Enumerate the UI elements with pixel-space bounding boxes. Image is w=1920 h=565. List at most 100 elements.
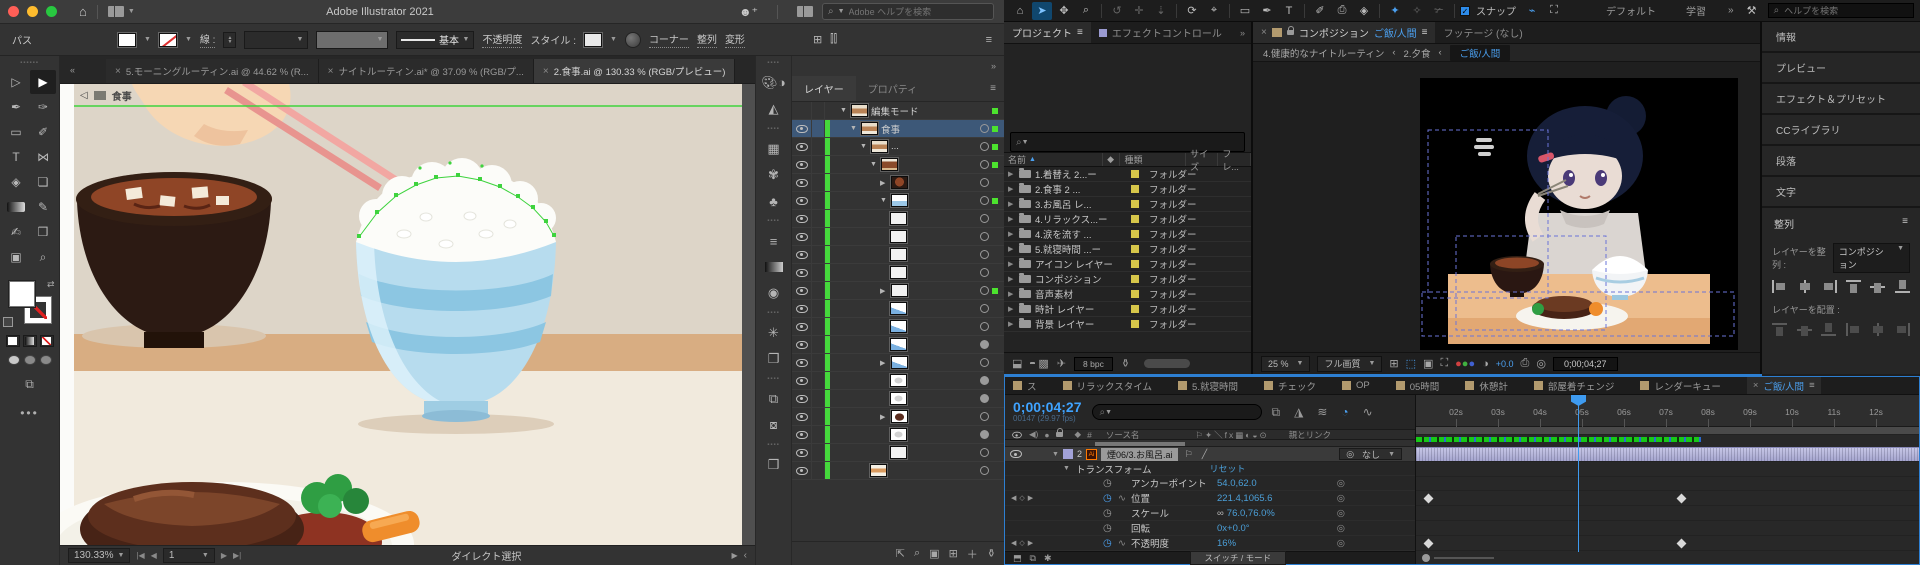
timeline-comp-tab[interactable]: ×ご飯/人間≡ <box>1747 377 1821 395</box>
roto-brush-tool[interactable]: ✃ <box>1429 2 1449 20</box>
property-value[interactable]: 54.0,62.0 <box>1217 478 1257 489</box>
property-row[interactable]: ◀◇▶◷∿位置221.4,1065.6◎ <box>1005 491 1415 506</box>
first-artboard-icon[interactable]: |◀ <box>136 551 144 560</box>
pickwhip-icon[interactable]: ◎ <box>1346 449 1354 460</box>
pickwhip-icon[interactable]: ◎ <box>1337 478 1345 489</box>
new-sublayer-icon[interactable]: ⊞ <box>949 547 958 560</box>
color-panel-icon[interactable]: 🎨︎◑ <box>756 70 791 96</box>
export-panel-icon[interactable]: ⧉ <box>756 386 791 412</box>
eraser-tool[interactable]: ◈ <box>1354 2 1374 20</box>
target-circle[interactable] <box>980 268 989 277</box>
expand-toggle[interactable]: ▼ <box>880 197 888 204</box>
lock-toggle[interactable] <box>812 264 825 281</box>
align-horizontal-center-button[interactable] <box>1797 280 1813 293</box>
stroke-label[interactable]: 線 : <box>200 31 216 48</box>
target-circle[interactable] <box>980 412 989 421</box>
layer-label-chip[interactable] <box>1063 449 1073 459</box>
collapse-group-icon[interactable]: ▼ <box>1063 465 1070 472</box>
collect-export-icon[interactable]: ⇱ <box>896 547 905 560</box>
selection-tool[interactable]: ➤ <box>1032 2 1052 20</box>
layer-content[interactable]: ▼編集モード <box>830 102 980 119</box>
grid-guides-icon[interactable]: ⊞ <box>1389 357 1398 370</box>
stopwatch-icon[interactable]: ◷ <box>1103 523 1118 534</box>
style-swatch[interactable] <box>584 33 602 47</box>
pen-tool[interactable]: ✒ <box>3 95 29 119</box>
timeline-search-field[interactable]: ⌕▼ <box>1092 404 1262 420</box>
layer-duration-bar[interactable] <box>1416 447 1919 462</box>
time-ruler[interactable]: 02s03s04s05s06s07s08s09s10s11s12s <box>1416 395 1919 427</box>
scrollbar-thumb[interactable] <box>1144 359 1190 368</box>
region-of-interest-icon[interactable]: ▣ <box>1423 357 1433 370</box>
distribute-vertical-center-button[interactable] <box>1797 323 1813 336</box>
layer-content[interactable]: ▼食事 <box>830 120 980 137</box>
panel-menu-icon[interactable]: ≡ <box>990 83 1004 94</box>
eraser-tool[interactable]: ◈ <box>3 170 29 194</box>
libraries-panel-icon[interactable]: ❒ <box>756 452 791 478</box>
new-layer-icon[interactable]: ＋ <box>967 546 978 562</box>
lock-toggle[interactable] <box>812 102 825 119</box>
lock-toggle[interactable] <box>812 300 825 317</box>
edit-toolbar-button[interactable]: ••• <box>20 406 39 420</box>
project-item-row[interactable]: ▶音声素材フォルダー <box>1004 287 1251 302</box>
layer-row[interactable]: ▼編集モード <box>792 102 1004 120</box>
collapse-toolbar-icon[interactable]: « <box>60 65 106 83</box>
blend-tool[interactable]: ✍ <box>3 220 29 244</box>
puppet-starch-tool[interactable]: ✧ <box>1407 2 1427 20</box>
disclosure-icon[interactable]: ▶ <box>1008 230 1015 238</box>
layer-content[interactable] <box>830 264 980 281</box>
lock-toggle[interactable] <box>812 318 825 335</box>
proxy-icon[interactable]: ✈ <box>1057 357 1066 370</box>
expand-inout-icon[interactable]: ✱ <box>1044 553 1052 564</box>
zoom-tool[interactable]: ⌕ <box>1076 2 1096 20</box>
stroke-weight-dropdown[interactable]: ▼ <box>244 31 308 49</box>
column-name[interactable]: 名前▲ <box>1004 153 1103 166</box>
exposure-value[interactable]: +0.0 <box>1496 359 1514 369</box>
keyframe-navigator[interactable]: ◀◇▶ <box>1011 494 1047 502</box>
lock-toggle[interactable] <box>812 408 825 425</box>
timeline-comp-tab[interactable]: 休憩計 <box>1465 379 1508 393</box>
illustrator-canvas[interactable]: ◁ 食事 <box>60 84 755 545</box>
opacity-label[interactable]: 不透明度 <box>482 31 522 48</box>
shy-switch[interactable]: ⚐ <box>1182 449 1194 460</box>
panel-drag-handle[interactable]: ▪▪▪▪ <box>767 306 780 320</box>
stroke-weight-stepper[interactable]: ▲▼ <box>223 32 236 48</box>
layer-row[interactable]: ▼ 2 Ai 煙06/3.お風呂.ai ⚐ ╱ ◎ なし▼ <box>1005 447 1415 462</box>
disclosure-icon[interactable]: ▶ <box>1008 320 1015 328</box>
artboards-panel-icon[interactable]: ⧇ <box>756 412 791 438</box>
distribute-top-button[interactable] <box>1772 323 1788 336</box>
target-circle[interactable] <box>980 466 989 475</box>
lock-toggle[interactable] <box>812 426 825 443</box>
distribute-left-button[interactable] <box>1846 323 1862 336</box>
chevron-down-icon[interactable]: ▼ <box>610 36 617 43</box>
target-circle[interactable] <box>980 232 989 241</box>
next-keyframe-icon[interactable]: ▶ <box>1028 539 1033 547</box>
brushes-panel-icon[interactable]: ✾ <box>756 162 791 188</box>
expand-layer-switches-icon[interactable]: ⬒ <box>1013 553 1022 564</box>
help-search-input[interactable] <box>849 7 979 17</box>
pickwhip-icon[interactable]: ◎ <box>1337 493 1345 504</box>
project-item-row[interactable]: ▶背景 レイヤーフォルダー <box>1004 317 1251 332</box>
visibility-toggle[interactable] <box>792 264 812 281</box>
visibility-toggle[interactable] <box>792 102 812 119</box>
mask-visibility-icon[interactable]: ⬚ <box>1406 357 1416 370</box>
distribute-right-button[interactable] <box>1895 323 1911 336</box>
expand-toggle[interactable]: ▶ <box>880 413 888 421</box>
panel-menu-icon[interactable]: ≡ <box>1077 27 1083 38</box>
lock-toggle[interactable] <box>812 372 825 389</box>
exposure-icon[interactable]: ◑ <box>1482 358 1489 370</box>
help-search-field[interactable]: ⌕▼ <box>822 3 994 20</box>
layer-row[interactable]: ▶ <box>792 408 1004 426</box>
default-fill-stroke-icon[interactable] <box>3 317 13 327</box>
more-tabs-icon[interactable]: » <box>1240 28 1251 38</box>
project-item-row[interactable]: ▶1.着替え 2...ーフォルダー <box>1004 167 1251 182</box>
lock-icon[interactable] <box>1287 30 1294 35</box>
show-snapshot-icon[interactable]: ◎ <box>1536 357 1546 370</box>
tab-layers[interactable]: レイヤー <box>792 76 856 101</box>
status-menu-arrow[interactable]: ▶ <box>732 551 738 560</box>
disclosure-icon[interactable]: ▶ <box>1008 290 1015 298</box>
home-icon[interactable]: ⌂ <box>1010 2 1030 20</box>
clipping-mask-icon[interactable]: ▣ <box>929 547 939 560</box>
align-panel-title[interactable]: 整列 <box>1774 216 1794 231</box>
selection-tool[interactable]: ▷ <box>3 70 29 94</box>
target-circle[interactable] <box>980 250 989 259</box>
